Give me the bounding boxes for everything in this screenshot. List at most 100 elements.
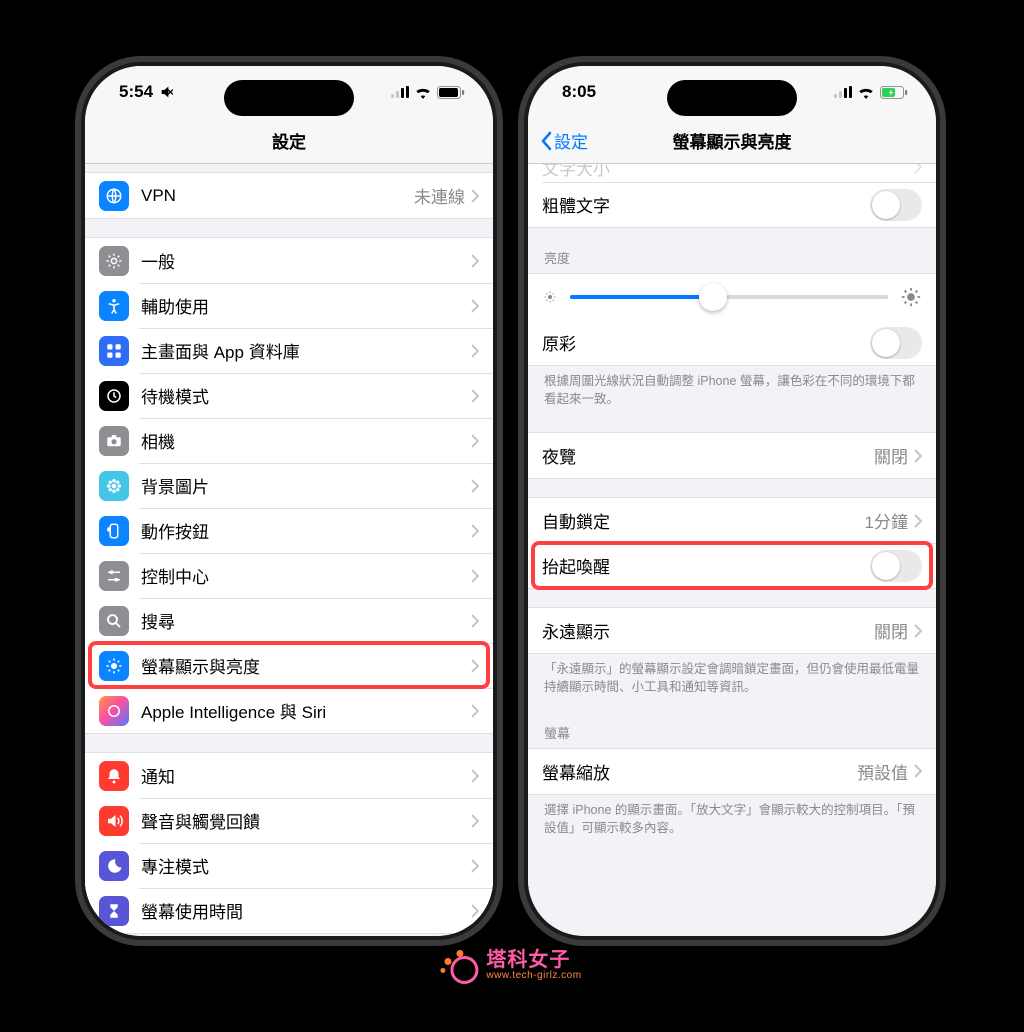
row-display-brightness[interactable]: 螢幕顯示與亮度 (85, 643, 493, 688)
row-text-size[interactable]: 文字大小 (528, 164, 936, 182)
section-header-screen: 螢幕 (528, 703, 936, 748)
row-label: 夜覽 (542, 443, 874, 468)
row-action-button[interactable]: 動作按鈕 (85, 508, 493, 553)
clock-icon (99, 381, 129, 411)
row-bold-text[interactable]: 粗體文字 (528, 182, 936, 227)
row-raise-to-wake[interactable]: 抬起喚醒 (528, 543, 936, 588)
row-label: 搜尋 (141, 608, 471, 633)
watermark-logo-icon (442, 948, 478, 984)
chevron-right-icon (471, 769, 479, 783)
row-screentime[interactable]: 螢幕使用時間 (85, 888, 493, 933)
action-button-icon (99, 516, 129, 546)
footer-true-tone: 根據周圍光線狀況自動調整 iPhone 螢幕，讓色彩在不同的環境下都看起來一致。 (528, 366, 936, 414)
globe-icon (99, 181, 129, 211)
row-control-center[interactable]: 控制中心 (85, 553, 493, 598)
row-label: 螢幕使用時間 (141, 898, 471, 923)
row-label: 抬起喚醒 (542, 553, 870, 578)
row-label: 文字大小 (542, 164, 914, 180)
row-label: 通知 (141, 763, 471, 788)
row-apple-intelligence-siri[interactable]: Apple Intelligence 與 Siri (85, 688, 493, 733)
section-header-brightness: 亮度 (528, 228, 936, 273)
row-label: 專注模式 (141, 853, 471, 878)
row-vpn[interactable]: VPN 未連線 (85, 173, 493, 218)
brightness-slider-row (528, 274, 936, 320)
row-label: 動作按鈕 (141, 518, 471, 543)
bell-icon (99, 761, 129, 791)
row-label: 背景圖片 (141, 473, 471, 498)
row-wallpaper[interactable]: 背景圖片 (85, 463, 493, 508)
sun-icon (99, 651, 129, 681)
row-label: 聲音與觸覺回饋 (141, 808, 471, 833)
chevron-right-icon (914, 164, 922, 174)
row-night-shift[interactable]: 夜覽 關閉 (528, 433, 936, 478)
footer-always-on: 「永遠顯示」的螢幕顯示設定會調暗鎖定畫面，但仍會使用最低電量持續顯示時間、小工具… (528, 654, 936, 702)
wifi-icon (857, 86, 875, 99)
hourglass-icon (99, 896, 129, 926)
slider-thumb[interactable] (699, 283, 727, 311)
row-homescreen[interactable]: 主畫面與 App 資料庫 (85, 328, 493, 373)
moon-icon (99, 851, 129, 881)
row-value: 預設值 (857, 759, 908, 784)
row-auto-lock[interactable]: 自動鎖定 1分鐘 (528, 498, 936, 543)
row-value: 未連線 (414, 183, 465, 208)
chevron-right-icon (471, 814, 479, 828)
chevron-right-icon (914, 624, 922, 638)
search-icon (99, 606, 129, 636)
row-label: 輔助使用 (141, 293, 471, 318)
cellular-icon (834, 86, 852, 98)
row-true-tone[interactable]: 原彩 (528, 320, 936, 365)
row-label: 自動鎖定 (542, 508, 865, 533)
back-button[interactable]: 設定 (536, 118, 592, 163)
group-nightshift: 夜覽 關閉 (528, 432, 936, 479)
chevron-right-icon (471, 524, 479, 538)
row-label: 一般 (141, 248, 471, 273)
chevron-right-icon (471, 659, 479, 673)
row-label: 控制中心 (141, 563, 471, 588)
row-accessibility[interactable]: 輔助使用 (85, 283, 493, 328)
battery-icon (437, 86, 465, 99)
navbar: 設定 螢幕顯示與亮度 (528, 118, 936, 164)
phone-left-settings: 5:54 設定 (85, 66, 493, 936)
group-main: 一般 輔助使用 主畫面與 App 資料庫 待機模式 (85, 237, 493, 734)
brightness-slider[interactable] (570, 295, 888, 299)
row-always-on[interactable]: 永遠顯示 關閉 (528, 608, 936, 653)
chevron-right-icon (471, 904, 479, 918)
speaker-icon (99, 806, 129, 836)
toggle-true-tone[interactable] (870, 327, 922, 359)
mute-icon (159, 84, 175, 100)
dynamic-island (224, 80, 354, 116)
chevron-right-icon (471, 434, 479, 448)
row-sounds[interactable]: 聲音與觸覺回饋 (85, 798, 493, 843)
watermark: 塔科女子 www.tech-girlz.com (442, 948, 581, 984)
chevron-right-icon (471, 189, 479, 203)
display-scroll[interactable]: 文字大小 粗體文字 亮度 原彩 (528, 164, 936, 936)
row-general[interactable]: 一般 (85, 238, 493, 283)
gear-icon (99, 246, 129, 276)
row-search[interactable]: 搜尋 (85, 598, 493, 643)
row-display-zoom[interactable]: 螢幕縮放 預設值 (528, 749, 936, 794)
group-brightness: 原彩 (528, 273, 936, 366)
settings-scroll[interactable]: VPN 未連線 一般 輔助使用 主畫面與 App (85, 164, 493, 936)
watermark-title: 塔科女子 (486, 950, 581, 971)
row-value: 關閉 (874, 618, 908, 643)
toggle-raise-to-wake[interactable] (870, 550, 922, 582)
chevron-right-icon (471, 299, 479, 313)
row-notifications[interactable]: 通知 (85, 753, 493, 798)
group-vpn: VPN 未連線 (85, 172, 493, 219)
chevron-right-icon (914, 514, 922, 528)
chevron-right-icon (471, 254, 479, 268)
flower-icon (99, 471, 129, 501)
camera-icon (99, 426, 129, 456)
chevron-right-icon (471, 704, 479, 718)
row-standby[interactable]: 待機模式 (85, 373, 493, 418)
row-value: 1分鐘 (865, 508, 908, 533)
row-camera[interactable]: 相機 (85, 418, 493, 463)
sun-small-icon (542, 289, 558, 305)
group-always-on: 永遠顯示 關閉 (528, 607, 936, 654)
toggle-bold-text[interactable] (870, 189, 922, 221)
chevron-right-icon (471, 479, 479, 493)
status-time: 5:54 (119, 82, 153, 102)
row-label: 永遠顯示 (542, 618, 874, 643)
wifi-icon (414, 86, 432, 99)
row-focus[interactable]: 專注模式 (85, 843, 493, 888)
